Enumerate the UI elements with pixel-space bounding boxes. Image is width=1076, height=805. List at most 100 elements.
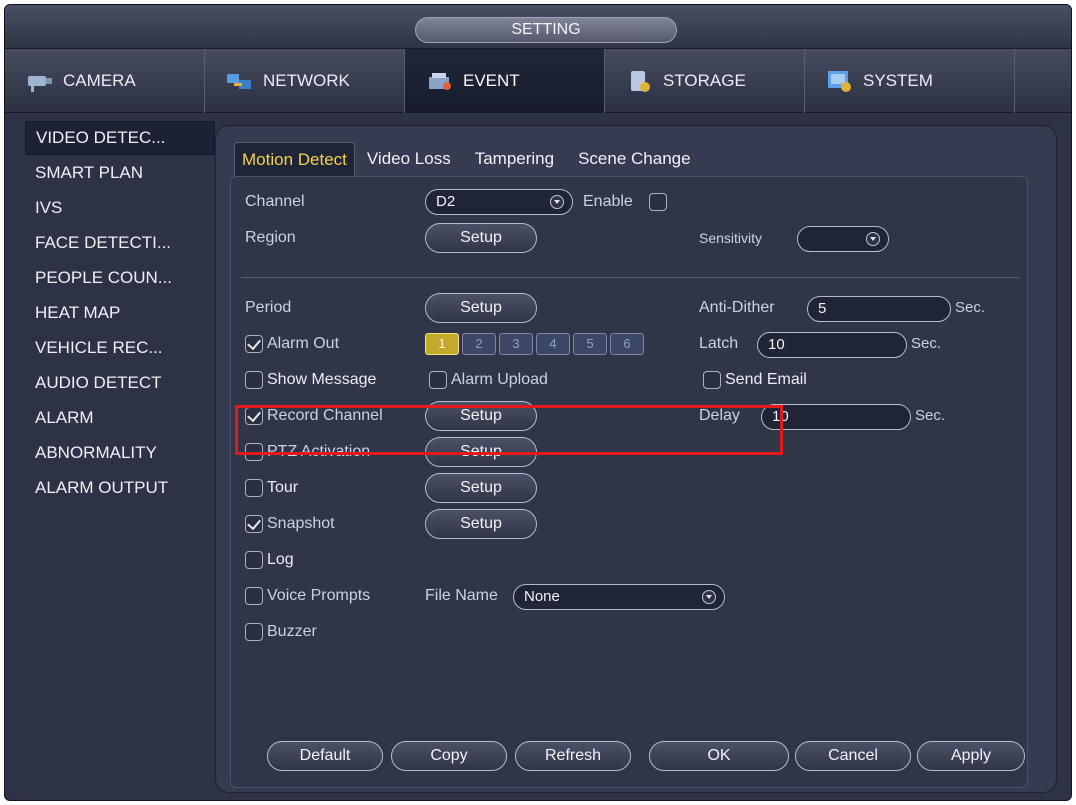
period-label: Period	[245, 299, 292, 316]
notify-row: Show Message Alarm Upload Send Email	[231, 365, 1027, 395]
delay-input[interactable]: 10	[761, 404, 911, 430]
period-setup-button[interactable]: Setup	[425, 293, 537, 323]
tour-label: Tour	[267, 479, 299, 496]
alarm-out-checkbox[interactable]	[245, 335, 263, 353]
log-row: Log	[231, 545, 1027, 575]
send-email-checkbox[interactable]	[703, 371, 721, 389]
region-row: Region Setup Sensitivity	[231, 223, 1027, 253]
alarm-upload-label: Alarm Upload	[451, 371, 548, 388]
snapshot-label: Snapshot	[267, 515, 335, 532]
sidebar-item-vehicle-recognition[interactable]: VEHICLE REC...	[25, 330, 215, 365]
anti-dither-label: Anti-Dither	[699, 299, 775, 316]
sensitivity-select[interactable]	[797, 226, 889, 252]
snapshot-checkbox[interactable]	[245, 515, 263, 533]
system-icon	[825, 68, 855, 94]
tab-motion-detect[interactable]: Motion Detect	[234, 142, 355, 176]
voice-prompts-row: Voice Prompts File Name None	[231, 581, 1027, 611]
sensitivity-label: Sensitivity	[699, 230, 763, 246]
chevron-down-icon	[702, 590, 716, 604]
sidebar-item-abnormality[interactable]: ABNORMALITY	[25, 435, 215, 470]
event-icon	[425, 68, 455, 94]
event-sidebar: VIDEO DETEC... SMART PLAN IVS FACE DETEC…	[25, 121, 215, 505]
copy-button[interactable]: Copy	[391, 741, 507, 771]
ok-button[interactable]: OK	[649, 741, 789, 771]
sidebar-item-alarm-output[interactable]: ALARM OUTPUT	[25, 470, 215, 505]
tab-system-label: SYSTEM	[863, 71, 933, 90]
chevron-down-icon	[550, 195, 564, 209]
tour-row: Tour Setup	[231, 473, 1027, 503]
buzzer-row: Buzzer	[231, 617, 1027, 647]
alarm-upload-checkbox[interactable]	[429, 371, 447, 389]
alarm-out-channel-5[interactable]: 5	[573, 333, 607, 355]
region-setup-button[interactable]: Setup	[425, 223, 537, 253]
section-divider	[241, 277, 1019, 278]
file-name-select[interactable]: None	[513, 584, 725, 610]
show-message-label: Show Message	[267, 371, 377, 388]
snapshot-setup-button[interactable]: Setup	[425, 509, 537, 539]
alarm-out-channel-4[interactable]: 4	[536, 333, 570, 355]
footer-buttons: Default Copy Refresh OK Cancel Apply	[231, 739, 1027, 773]
channel-label: Channel	[245, 193, 305, 210]
send-email-label: Send Email	[725, 371, 807, 388]
voice-prompts-label: Voice Prompts	[267, 587, 371, 604]
default-button[interactable]: Default	[267, 741, 383, 771]
enable-checkbox[interactable]	[649, 193, 667, 211]
alarm-out-channel-2[interactable]: 2	[462, 333, 496, 355]
file-name-value: None	[524, 588, 560, 605]
refresh-button[interactable]: Refresh	[515, 741, 631, 771]
sidebar-item-face-detection[interactable]: FACE DETECTI...	[25, 225, 215, 260]
tab-event[interactable]: EVENT	[405, 49, 605, 113]
record-channel-highlight-box	[235, 405, 783, 455]
sidebar-item-heat-map[interactable]: HEAT MAP	[25, 295, 215, 330]
cancel-button[interactable]: Cancel	[795, 741, 911, 771]
voice-prompts-checkbox[interactable]	[245, 587, 263, 605]
apply-button[interactable]: Apply	[917, 741, 1025, 771]
log-checkbox[interactable]	[245, 551, 263, 569]
storage-icon	[625, 68, 655, 94]
alarm-out-channel-1[interactable]: 1	[425, 333, 459, 355]
tab-storage[interactable]: STORAGE	[605, 49, 805, 113]
motion-detect-form: Channel D2 Enable Region Setup Sensitivi…	[230, 176, 1028, 788]
tab-event-label: EVENT	[463, 71, 520, 90]
tour-setup-button[interactable]: Setup	[425, 473, 537, 503]
latch-input[interactable]: 10	[757, 332, 907, 358]
window-title: SETTING	[415, 17, 677, 43]
alarm-out-channel-3[interactable]: 3	[499, 333, 533, 355]
tab-video-loss[interactable]: Video Loss	[355, 142, 463, 176]
tab-network[interactable]: NETWORK	[205, 49, 405, 113]
period-row: Period Setup Anti-Dither 5 Sec.	[231, 293, 1027, 323]
anti-dither-input[interactable]: 5	[807, 296, 951, 322]
tab-system[interactable]: SYSTEM	[805, 49, 1015, 113]
alarm-out-label: Alarm Out	[267, 335, 340, 352]
tab-camera[interactable]: CAMERA	[5, 49, 205, 113]
sidebar-item-audio-detect[interactable]: AUDIO DETECT	[25, 365, 215, 400]
network-icon	[225, 68, 255, 94]
sidebar-item-people-counting[interactable]: PEOPLE COUN...	[25, 260, 215, 295]
tab-scene-change[interactable]: Scene Change	[566, 142, 702, 176]
show-message-checkbox[interactable]	[245, 371, 263, 389]
sub-tab-bar: Motion Detect Video Loss Tampering Scene…	[234, 142, 703, 176]
log-label: Log	[267, 551, 294, 568]
delay-unit: Sec.	[915, 407, 946, 424]
latch-label: Latch	[699, 335, 739, 352]
main-tab-bar: CAMERA NETWORK EVENT STORAGE SYSTEM	[5, 49, 1071, 113]
channel-select[interactable]: D2	[425, 189, 573, 215]
channel-row: Channel D2 Enable	[231, 187, 1027, 217]
sidebar-item-smart-plan[interactable]: SMART PLAN	[25, 155, 215, 190]
buzzer-checkbox[interactable]	[245, 623, 263, 641]
settings-window: SETTING CAMERA NETWORK EVENT STORAGE SYS…	[4, 4, 1072, 801]
anti-dither-unit: Sec.	[955, 299, 986, 316]
channel-value: D2	[436, 193, 456, 210]
tab-storage-label: STORAGE	[663, 71, 746, 90]
snapshot-row: Snapshot Setup	[231, 509, 1027, 539]
file-name-label: File Name	[425, 587, 498, 604]
tab-tampering[interactable]: Tampering	[463, 142, 566, 176]
sidebar-item-alarm[interactable]: ALARM	[25, 400, 215, 435]
tour-checkbox[interactable]	[245, 479, 263, 497]
sidebar-item-ivs[interactable]: IVS	[25, 190, 215, 225]
sidebar-item-video-detect[interactable]: VIDEO DETEC...	[25, 121, 215, 155]
settings-panel: Motion Detect Video Loss Tampering Scene…	[215, 125, 1057, 793]
buzzer-label: Buzzer	[267, 623, 317, 640]
enable-label: Enable	[583, 193, 633, 210]
alarm-out-channel-6[interactable]: 6	[610, 333, 644, 355]
